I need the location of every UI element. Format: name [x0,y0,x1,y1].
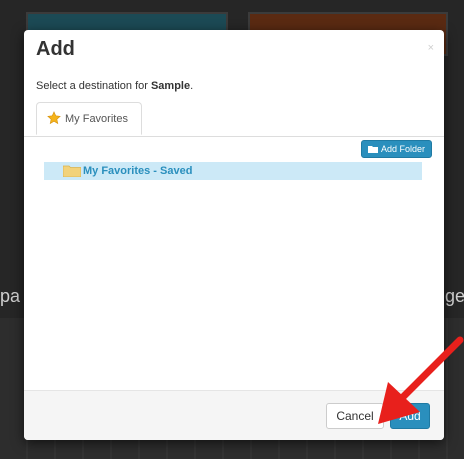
tree-item-my-favorites-saved[interactable]: My Favorites - Saved [44,162,422,180]
add-folder-label: Add Folder [380,144,425,154]
tree-item-label: My Favorites - Saved [83,165,193,177]
instruction-prefix: Select a destination for [36,80,151,92]
close-button[interactable]: × [428,42,434,54]
folder-icon [63,165,81,177]
dialog-footer: Cancel Add [24,390,444,440]
dialog-header: Add × [24,30,444,74]
folder-icon [367,146,378,153]
background-text-right: ge [445,286,464,306]
add-dialog: Add × Select a destination for Sample. M… [24,30,444,440]
tab-bar: My Favorites [24,102,444,137]
add-button[interactable]: Add [390,403,430,429]
destination-instruction: Select a destination for Sample. [36,80,193,92]
add-folder-button[interactable]: Add Folder [360,140,432,158]
tab-label: My Favorites [65,113,128,125]
star-icon [47,111,61,125]
dialog-title: Add [36,38,75,60]
instruction-suffix: . [190,80,194,92]
instruction-target: Sample [150,80,191,92]
cancel-button[interactable]: Cancel [326,403,384,429]
tab-my-favorites[interactable]: My Favorites [36,102,142,135]
folder-panel: Add Folder My Favorites - Saved [36,136,432,394]
background-text-left: pa [0,286,21,306]
